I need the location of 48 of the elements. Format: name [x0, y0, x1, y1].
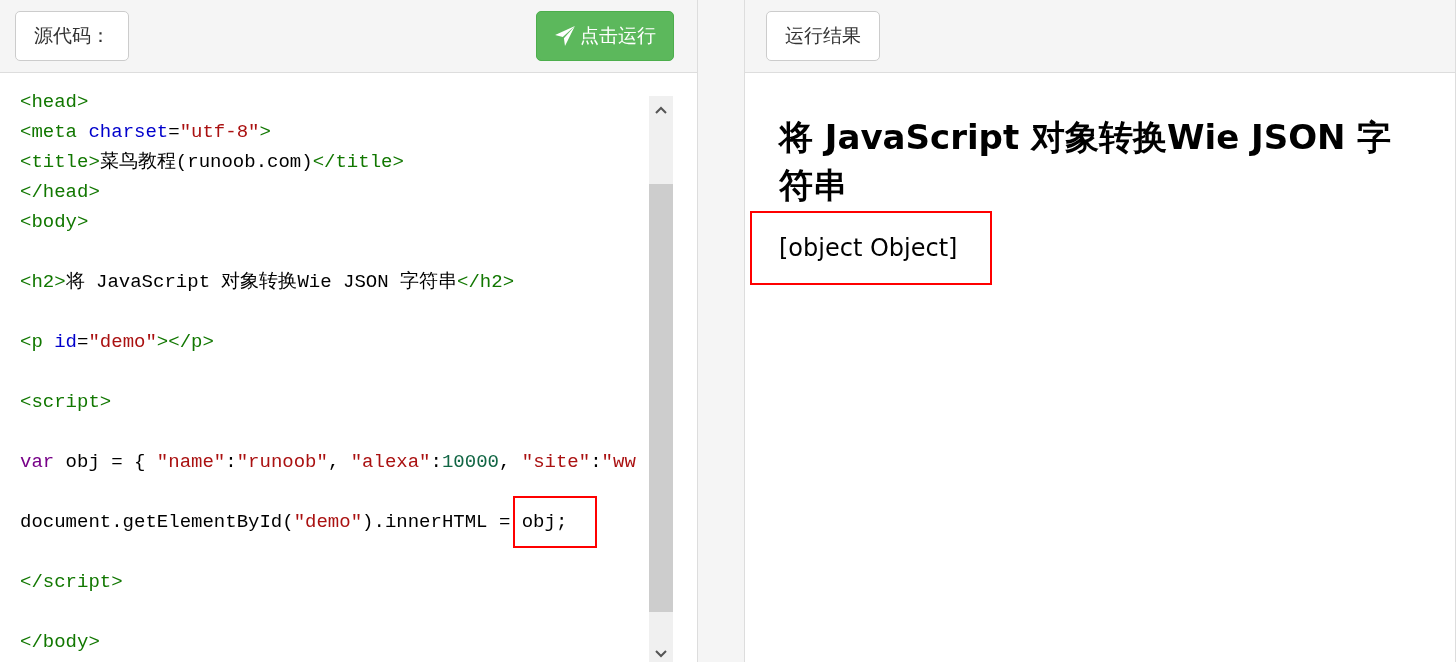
code-text: : [225, 451, 237, 473]
code-text: </title> [312, 151, 404, 173]
code-text: , [327, 451, 341, 473]
result-heading: 将 JavaScript 对象转换Wie JSON 字符串 [779, 116, 1393, 207]
code-text: : [590, 451, 602, 473]
code-text: id [54, 331, 78, 353]
code-text: : [430, 451, 442, 473]
code-text: "ww [601, 451, 636, 473]
result-paragraph: [object Object] [779, 234, 958, 262]
code-text: var [20, 451, 55, 473]
code-text: > [259, 121, 271, 143]
code-text: obj = { [64, 451, 147, 473]
code-text: ).innerHTML = [362, 511, 512, 533]
source-code-button[interactable]: 源代码： [15, 11, 129, 61]
code-text: = [168, 121, 180, 143]
code-text: , [498, 451, 512, 473]
code-text: </script> [20, 571, 123, 593]
code-text: "runoob" [236, 451, 328, 473]
code-text: ></p> [156, 331, 214, 353]
code-text: "alexa" [350, 451, 431, 473]
code-text: </body> [20, 631, 100, 653]
code-text: obj; [521, 511, 568, 533]
code-text: <script> [20, 391, 112, 413]
code-text: 将 JavaScript 对象转换Wie JSON 字符串 [65, 271, 458, 293]
code-text: = [77, 331, 89, 353]
code-text: <body> [20, 211, 89, 233]
code-text: "demo" [88, 331, 157, 353]
chevron-up-icon[interactable] [655, 106, 667, 114]
code-text: <h2> [20, 271, 66, 293]
scrollbar[interactable] [649, 96, 673, 662]
code-text: </head> [20, 181, 100, 203]
code-text: <meta [20, 121, 78, 143]
code-text: 菜鸟教程(runoob.com) [99, 151, 313, 173]
code-text: "name" [156, 451, 226, 473]
code-text: "utf-8" [179, 121, 260, 143]
code-text: "site" [521, 451, 591, 473]
code-text: charset [88, 121, 169, 143]
paper-plane-icon [554, 25, 576, 47]
code-text: <head> [20, 91, 89, 113]
code-text: "demo" [293, 511, 363, 533]
code-text: <title> [20, 151, 100, 173]
chevron-down-icon[interactable] [655, 650, 667, 658]
code-text: 10000 [441, 451, 499, 473]
scrollbar-thumb[interactable] [649, 184, 673, 612]
code-text: document.getElementById( [20, 511, 294, 533]
code-text: </h2> [457, 271, 515, 293]
code-text: <p [20, 331, 44, 353]
run-result-button[interactable]: 运行结果 [766, 11, 880, 61]
